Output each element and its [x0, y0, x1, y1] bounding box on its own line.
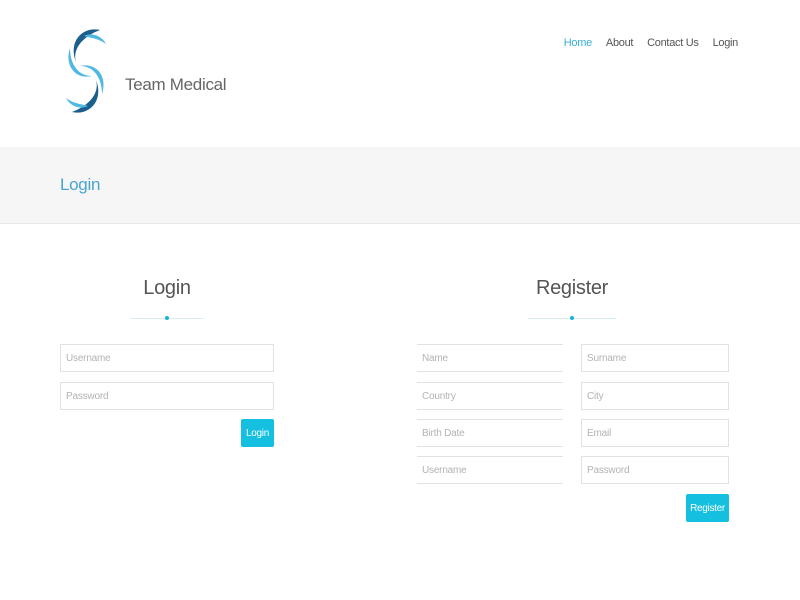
page-title: Login — [60, 175, 101, 194]
nav-about-link[interactable]: About — [606, 37, 634, 49]
register-username-input[interactable] — [417, 456, 563, 484]
login-password-input[interactable] — [60, 382, 274, 410]
team-medical-logo-icon[interactable] — [62, 26, 110, 116]
login-heading-divider — [130, 316, 204, 320]
nav-home-link[interactable]: Home — [564, 37, 592, 49]
register-submit-button[interactable]: Register — [686, 494, 729, 522]
site-header: Team Medical Home About Contact Us Login — [0, 0, 800, 147]
register-password-input[interactable] — [581, 456, 729, 484]
login-username-input[interactable] — [60, 344, 274, 372]
register-surname-input[interactable] — [581, 344, 729, 372]
register-name-input[interactable] — [417, 344, 563, 372]
register-heading: Register — [535, 277, 609, 299]
login-submit-button[interactable]: Login — [241, 419, 274, 447]
register-email-input[interactable] — [581, 419, 729, 447]
register-city-input[interactable] — [581, 382, 729, 410]
nav-contact-link[interactable]: Contact Us — [647, 37, 699, 49]
login-heading: Login — [143, 277, 191, 299]
nav-login-link[interactable]: Login — [713, 37, 739, 49]
register-heading-divider — [528, 316, 616, 320]
brand-name[interactable]: Team Medical — [125, 75, 227, 95]
register-country-input[interactable] — [417, 382, 563, 410]
register-birthdate-input[interactable] — [417, 419, 563, 447]
divider-dot — [165, 316, 169, 320]
divider-dot — [570, 316, 574, 320]
page-title-band: Login — [0, 147, 800, 224]
main-nav: Home About Contact Us Login — [564, 37, 739, 49]
